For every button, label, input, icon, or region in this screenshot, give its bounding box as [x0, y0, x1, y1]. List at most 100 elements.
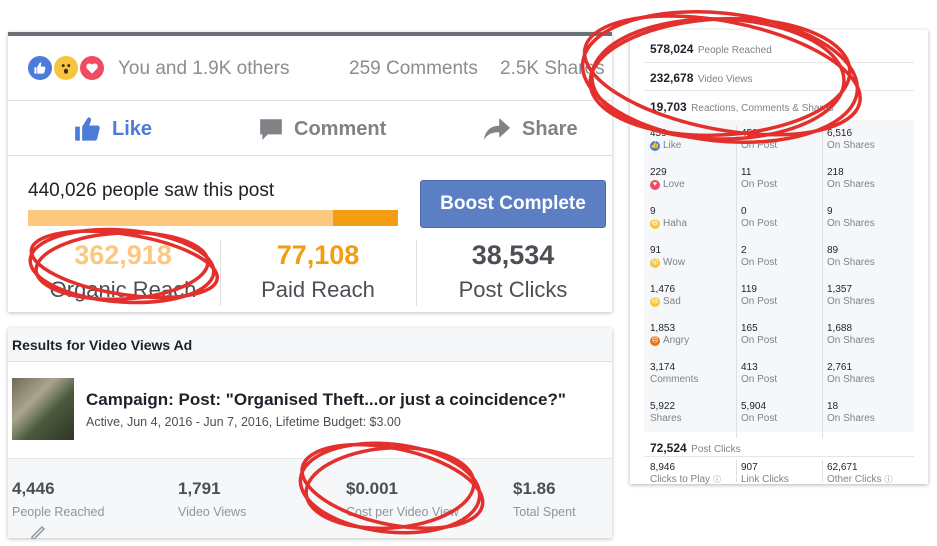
- on-shares-label: On Shares: [827, 374, 875, 385]
- stat-divider: [220, 240, 221, 306]
- on-post-value: 119: [741, 284, 757, 295]
- column-divider: [736, 126, 737, 438]
- ad-people-reached-stat: 4,446 People Reached: [12, 479, 104, 519]
- info-icon[interactable]: ⓘ: [884, 474, 892, 486]
- sad-icon: 😢: [650, 297, 660, 307]
- ad-stat-label: Video Views: [178, 505, 247, 519]
- on-shares-value: 218: [827, 167, 844, 178]
- people-saw-text: 440,026 people saw this post: [28, 180, 275, 201]
- on-post-cell: 165 On Post: [741, 323, 777, 347]
- on-post-label: On Post: [741, 218, 778, 229]
- on-shares-value: 1,357: [827, 284, 853, 295]
- on-shares-value: 18: [827, 401, 839, 412]
- shares-count-link[interactable]: 2.5K Shares: [500, 58, 605, 80]
- video-views-value: 232,678: [650, 71, 694, 85]
- people-reached-row: 578,024 People Reached: [650, 40, 772, 58]
- campaign-title-link[interactable]: Campaign: Post: "Organised Theft...or ju…: [86, 390, 566, 410]
- on-shares-label: On Shares: [827, 218, 875, 229]
- ad-stat-label: Total Spent: [513, 505, 576, 519]
- other-clicks-cell: 62,671 Other Clicks ⓘ: [827, 462, 892, 486]
- engagement-label: Reactions, Comments & Shares: [691, 103, 834, 114]
- reaction-total-value: 91: [650, 245, 662, 256]
- reaction-total-value: 1,853: [650, 323, 676, 334]
- click-label: Link Clicks: [741, 474, 789, 485]
- on-post-value: 450: [741, 128, 758, 139]
- post-clicks-label: Post Clicks: [458, 277, 568, 302]
- reaction-total-value: 5,922: [650, 401, 676, 412]
- post-clicks-value: 38,534: [471, 240, 555, 270]
- post-clicks-row: 72,524 Post Clicks: [650, 439, 741, 457]
- organic-reach-label: Organic Reach: [49, 277, 197, 302]
- reaction-name-label: Haha: [663, 218, 687, 229]
- on-shares-cell: 18 On Shares: [827, 401, 875, 425]
- people-reached-value: 578,024: [650, 42, 694, 56]
- stat-divider: [416, 240, 417, 306]
- ad-video-views-stat: 1,791 Video Views: [178, 479, 246, 519]
- on-post-label: On Post: [741, 257, 778, 268]
- reaction-name-label: Like: [663, 140, 682, 151]
- on-shares-label: On Shares: [827, 335, 875, 346]
- on-post-label: On Post: [741, 374, 778, 385]
- pencil-icon[interactable]: [30, 523, 48, 539]
- on-shares-label: On Shares: [827, 257, 875, 268]
- engagement-row: 19,703 Reactions, Comments & Shares: [650, 98, 833, 116]
- reactions-summary-row[interactable]: You and 1.9K others 259 Comments 2.5K Sh…: [8, 54, 612, 86]
- campaign-thumbnail[interactable]: [12, 378, 74, 440]
- click-value: 8,946: [650, 462, 676, 473]
- ad-stat-value: 1,791: [178, 479, 221, 498]
- organic-reach-stat: 362,918 Organic Reach: [28, 234, 218, 312]
- link-clicks-cell: 907 Link Clicks: [741, 462, 789, 486]
- on-shares-cell: 1,357 On Shares: [827, 284, 875, 308]
- post-clicks-stat: 38,534 Post Clicks: [418, 234, 608, 312]
- on-post-value: 5,904: [741, 401, 767, 412]
- reaction-name-label: Love: [663, 179, 685, 190]
- comment-bubble-icon: [260, 119, 282, 140]
- ad-total-spent-stat: $1.86 Total Spent: [513, 479, 576, 519]
- divider: [644, 62, 914, 63]
- on-post-label: On Post: [741, 335, 778, 346]
- engagement-value: 19,703: [650, 100, 687, 114]
- info-icon[interactable]: ⓘ: [713, 474, 721, 486]
- paid-reach-value: 77,108: [276, 240, 360, 270]
- on-post-value: 0: [741, 206, 747, 217]
- post-insights-card: You and 1.9K others 259 Comments 2.5K Sh…: [8, 32, 612, 312]
- thumbs-up-icon: [75, 117, 100, 141]
- paid-reach-label: Paid Reach: [261, 277, 375, 302]
- reaction-total-cell: 5,922 Shares: [650, 401, 682, 425]
- comment-button[interactable]: Comment: [258, 111, 386, 147]
- on-post-cell: 450 On Post: [741, 128, 777, 152]
- post-clicks-total-label: Post Clicks: [691, 444, 741, 455]
- video-views-label: Video Views: [697, 74, 753, 85]
- on-post-label: On Post: [741, 413, 778, 424]
- on-post-cell: 5,904 On Post: [741, 401, 777, 425]
- organic-reach-value: 362,918: [74, 240, 172, 270]
- divider: [644, 456, 914, 457]
- post-clicks-total-value: 72,524: [650, 441, 687, 455]
- ad-stat-value: $1.86: [513, 479, 556, 498]
- boost-complete-button[interactable]: Boost Complete: [420, 180, 606, 228]
- on-post-value: 413: [741, 362, 758, 373]
- on-post-label: On Post: [741, 179, 778, 190]
- reaction-total-cell: 3,174 Comments: [650, 362, 698, 386]
- ad-cost-per-view-stat: $0.001 Cost per Video View: [346, 479, 459, 519]
- on-shares-label: On Shares: [827, 296, 875, 307]
- comments-count-link[interactable]: 259 Comments: [349, 58, 478, 80]
- on-shares-value: 6,516: [827, 128, 853, 139]
- post-action-bar: Like Comment Share: [8, 100, 612, 156]
- like-button[interactable]: Like: [74, 111, 152, 147]
- comment-label: Comment: [294, 117, 387, 140]
- share-button[interactable]: Share: [482, 111, 578, 147]
- like-label: Like: [112, 117, 153, 140]
- reaction-total-cell: 9 😆 Haha: [650, 206, 687, 230]
- click-label: Other Clicks: [827, 474, 882, 485]
- ad-stat-label: People Reached: [12, 505, 105, 519]
- on-post-label: On Post: [741, 296, 778, 307]
- reactions-count-text[interactable]: You and 1.9K others: [118, 58, 290, 80]
- column-divider: [736, 460, 737, 482]
- like-reaction-icon: [26, 54, 54, 82]
- ad-results-header: Results for Video Views Ad: [8, 328, 612, 362]
- reaction-total-cell: 1,476 😢 Sad: [650, 284, 681, 308]
- reach-progress-bar: [28, 210, 398, 226]
- click-value: 62,671: [827, 462, 858, 473]
- campaign-status-text: Active, Jun 4, 2016 - Jun 7, 2016, Lifet…: [86, 415, 401, 429]
